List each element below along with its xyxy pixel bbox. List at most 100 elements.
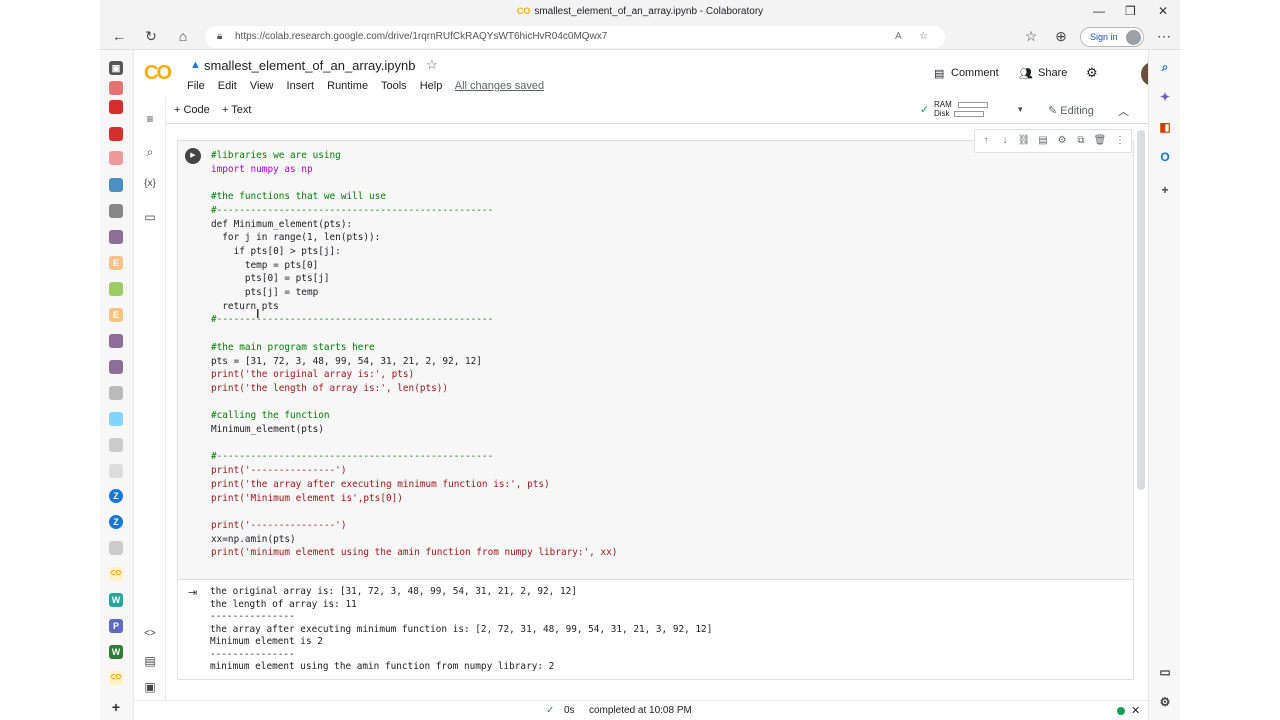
add-icon[interactable]: +	[1157, 182, 1173, 198]
code-line: print('Minimum element is',pts[0])	[211, 492, 403, 504]
code-line: print('---------------')	[211, 465, 347, 477]
scrollbar[interactable]	[1137, 130, 1145, 490]
add-favorite-icon[interactable]: ☆	[919, 26, 928, 48]
menu-insert[interactable]: Insert	[287, 80, 315, 92]
tab-p-icon[interactable]: P	[109, 619, 123, 633]
tab-page-icon[interactable]	[109, 204, 123, 218]
variables-icon[interactable]: {x}	[143, 178, 157, 189]
search-icon[interactable]: ⌕	[1157, 59, 1173, 75]
move-down-icon[interactable]: ↓	[998, 135, 1012, 146]
read-aloud-icon[interactable]: A	[895, 26, 902, 48]
code-line: def Minimum_element(pts):	[211, 218, 353, 230]
code-line: for j in range(1, len(pts)):	[211, 232, 381, 244]
sidebar-toggle-icon[interactable]: ▭	[1157, 664, 1173, 680]
add-code-button[interactable]: + Code	[174, 104, 210, 116]
tab-z-icon[interactable]: Z	[109, 489, 123, 503]
terminal-icon[interactable]: ▣	[143, 680, 157, 694]
editing-mode[interactable]: ✎ Editing	[1048, 104, 1094, 117]
tab-z-icon[interactable]: Z	[109, 515, 123, 529]
tab-page-icon[interactable]	[109, 386, 123, 400]
code-line: return pts	[211, 300, 279, 312]
sign-in-button[interactable]: Sign in	[1080, 27, 1144, 47]
share-button[interactable]: Share	[1038, 67, 1067, 79]
tab-actions-icon[interactable]: ▣	[109, 61, 123, 75]
home-icon[interactable]: ⌂	[174, 28, 192, 44]
colab-header: CO ▲ smallest_element_of_an_array.ipynb …	[134, 50, 1165, 98]
table-of-contents-icon[interactable]: ≡	[143, 112, 157, 126]
chevron-down-icon[interactable]: ▾	[1018, 104, 1023, 115]
ram-disk-indicator[interactable]: RAM Disk	[934, 100, 988, 118]
back-arrow-icon[interactable]: ←	[110, 28, 128, 44]
menu-edit[interactable]: Edit	[218, 80, 237, 92]
code-editor[interactable]: #libraries we are using import numpy as …	[211, 149, 617, 560]
code-cell[interactable]: ▶ ↑ ↓ ⛓ ▤ ⚙ ⧉ 🗑︎ ⋮ #libraries we are usi…	[177, 129, 1134, 580]
tab-w-icon[interactable]: W	[109, 645, 123, 659]
move-up-icon[interactable]: ↑	[979, 135, 993, 146]
comment-cell-icon[interactable]: ▤	[1036, 135, 1050, 146]
menu-tools[interactable]: Tools	[381, 80, 407, 92]
star-icon[interactable]: ☆	[426, 57, 438, 73]
saved-status[interactable]: All changes saved	[455, 80, 544, 92]
refresh-icon[interactable]: ↻	[142, 28, 160, 45]
settings-icon[interactable]: ⚙	[1157, 694, 1173, 710]
close-status-icon[interactable]: ✕	[1131, 704, 1140, 717]
search-icon[interactable]: ⌕	[143, 145, 157, 160]
office-icon[interactable]: ◧	[1157, 119, 1173, 135]
disk-label: Disk	[934, 109, 950, 118]
tab-pdf-icon[interactable]	[109, 151, 123, 165]
command-palette-icon[interactable]: ▤	[143, 654, 157, 668]
tab-pdf-icon[interactable]	[109, 127, 123, 141]
collections-icon[interactable]: ⊕	[1052, 28, 1070, 45]
colab-logo[interactable]: CO	[144, 62, 172, 85]
avatar	[1126, 30, 1141, 45]
tab-page-icon[interactable]	[109, 464, 123, 478]
tab-page-icon[interactable]	[109, 230, 123, 244]
notebook-name[interactable]: smallest_element_of_an_array.ipynb	[204, 58, 416, 73]
menu-file[interactable]: File	[187, 80, 205, 92]
more-options-icon[interactable]: ⋯	[1155, 28, 1173, 45]
tab-page-icon[interactable]: E	[109, 308, 123, 322]
chevron-up-icon[interactable]: ︿	[1118, 103, 1129, 119]
vertical-tabs-sidebar: ▣ E E Z Z CO W P W CO +	[100, 50, 134, 720]
mirror-cell-icon[interactable]: ⧉	[1074, 135, 1088, 146]
tab-colab-icon[interactable]: CO	[109, 567, 123, 581]
tab-page-icon[interactable]	[109, 541, 123, 555]
files-icon[interactable]: ▭	[143, 210, 157, 224]
tab-colab-icon[interactable]: CO	[109, 671, 123, 685]
tab-page-icon[interactable]	[109, 178, 123, 192]
tab-page-icon[interactable]	[109, 334, 123, 348]
delete-icon[interactable]: 🗑︎	[1093, 135, 1107, 146]
favorites-icon[interactable]: ☆	[1022, 28, 1040, 45]
tab-page-icon[interactable]	[109, 412, 123, 426]
menu-help[interactable]: Help	[420, 80, 443, 92]
tab-page-icon[interactable]	[109, 282, 123, 296]
gear-icon[interactable]: ⚙	[1086, 65, 1098, 81]
new-tab-icon[interactable]: +	[109, 700, 123, 714]
run-cell-button[interactable]: ▶	[185, 148, 201, 164]
close-window-icon[interactable]: ✕	[1158, 4, 1168, 18]
code-line: pts = [31, 72, 3, 48, 99, 54, 31, 21, 2,…	[211, 355, 482, 367]
copilot-icon[interactable]: ✦	[1157, 89, 1173, 105]
menu-view[interactable]: View	[250, 80, 274, 92]
outlook-icon[interactable]: O	[1157, 149, 1173, 165]
output-actions-icon[interactable]: ⇥	[188, 586, 197, 599]
code-line: #calling the function	[211, 410, 330, 422]
tab-page-icon[interactable]: E	[109, 256, 123, 270]
code-snippets-icon[interactable]: <>	[143, 628, 157, 639]
maximize-icon[interactable]: ❐	[1125, 4, 1136, 18]
add-text-button[interactable]: + Text	[222, 104, 251, 116]
settings-icon[interactable]: ⚙	[1055, 135, 1069, 146]
link-icon[interactable]: ⛓	[1017, 135, 1031, 146]
tab-pdf-icon[interactable]	[109, 100, 123, 114]
tab-w-icon[interactable]: W	[109, 593, 123, 607]
comment-button[interactable]: Comment	[951, 67, 999, 79]
tab-pdf-icon[interactable]	[109, 81, 123, 95]
url-field[interactable]: 🔒︎ https://colab.research.google.com/dri…	[205, 26, 945, 48]
tab-page-icon[interactable]	[109, 360, 123, 374]
more-vert-icon[interactable]: ⋮	[1113, 135, 1127, 146]
code-line: print('minimum element using the amin fu…	[211, 547, 618, 559]
tab-page-icon[interactable]	[109, 438, 123, 452]
code-line: #---------------------------------------…	[211, 451, 494, 463]
minimize-icon[interactable]: —	[1093, 4, 1105, 18]
menu-runtime[interactable]: Runtime	[327, 80, 368, 92]
